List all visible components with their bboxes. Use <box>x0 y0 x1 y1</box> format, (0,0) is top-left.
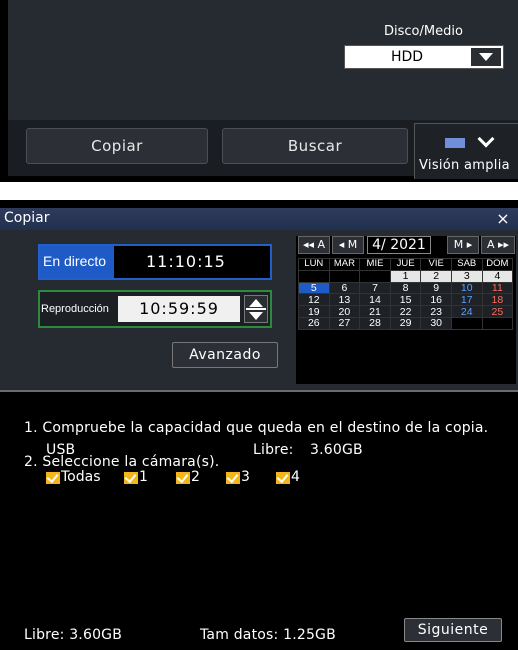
calendar-day[interactable]: 30 <box>420 316 452 330</box>
screen-icon <box>445 138 465 148</box>
wide-view-label: Visión amplia <box>419 158 510 173</box>
close-icon[interactable]: × <box>492 208 514 230</box>
top-panel: Disco/Medio HDD Copiar Buscar Visión amp… <box>0 0 518 182</box>
calendar-grid: LUN MAR MIE JUE VIE SAB DOM 1 2 3 4 5 6 7 8 9 10 11 12 13 14… <box>298 258 514 330</box>
arrow-down-icon[interactable] <box>249 312 263 320</box>
calendar-month-label: 4/ 2021 <box>367 236 431 254</box>
calendar-empty-cell <box>359 269 391 283</box>
calendar-day[interactable]: 18 <box>481 293 514 307</box>
calendar-day[interactable]: 15 <box>389 293 422 307</box>
calendar-day[interactable]: 24 <box>450 305 483 318</box>
camera-checkbox[interactable] <box>226 472 240 484</box>
calendar-day[interactable]: 7 <box>359 281 391 295</box>
destination-free-label: Libre: <box>253 442 294 458</box>
calendar-day[interactable]: 12 <box>298 293 330 307</box>
step2-text: 2. Seleccione la cámara(s). <box>24 454 220 470</box>
playback-time-box: Reproducción 10:59:59 <box>38 290 272 328</box>
dialog-titlebar: Copiar × <box>0 208 518 230</box>
camera-checkbox-label: 2 <box>191 469 200 485</box>
calendar-day[interactable]: 28 <box>359 316 391 330</box>
calendar-day[interactable]: 22 <box>389 305 422 318</box>
calendar-empty-cell <box>298 269 330 283</box>
calendar: ◂◂ A ◂ M 4/ 2021 M ▸ A ▸▸ LUN MAR MIE JUE VI… <box>296 236 516 384</box>
copy-dialog: Copiar × En directo 11:10:15 Reproducció… <box>0 200 518 650</box>
calendar-day[interactable]: 25 <box>481 305 514 318</box>
copy-button[interactable]: Copiar <box>26 128 208 164</box>
step1-text: 1. Compruebe la capacidad que queda en e… <box>24 420 489 436</box>
calendar-day[interactable]: 21 <box>359 305 391 318</box>
calendar-day[interactable]: 26 <box>298 316 330 330</box>
camera-checkbox-label: 4 <box>291 469 300 485</box>
chevron-down-icon <box>477 130 495 148</box>
next-month-button[interactable]: M ▸ <box>447 236 479 254</box>
camera-checkbox-label: 3 <box>241 469 250 485</box>
calendar-day[interactable]: 20 <box>328 305 361 318</box>
calendar-weekday: DOM <box>481 258 514 271</box>
calendar-day[interactable]: 13 <box>328 293 361 307</box>
live-time-box[interactable]: En directo 11:10:15 <box>38 244 272 280</box>
camera-checkbox[interactable] <box>276 472 290 484</box>
calendar-weekday: MIE <box>359 258 391 271</box>
calendar-empty-cell <box>450 316 483 330</box>
calendar-day[interactable]: 23 <box>420 305 452 318</box>
playback-time-input[interactable]: 10:59:59 <box>118 296 240 322</box>
calendar-weekday: VIE <box>420 258 452 271</box>
disk-media-label: Disco/Medio <box>384 24 463 39</box>
live-label: En directo <box>40 246 114 278</box>
search-button[interactable]: Buscar <box>222 128 408 164</box>
prev-year-button[interactable]: ◂◂ A <box>298 236 330 254</box>
destination-free-value: 3.60GB <box>310 442 363 458</box>
live-time: 11:10:15 <box>146 252 226 271</box>
wide-view-button[interactable]: Visión amplia <box>414 123 518 179</box>
calendar-day[interactable]: 2 <box>420 269 452 283</box>
camera-checkbox[interactable] <box>124 472 138 484</box>
section-divider <box>0 390 518 392</box>
next-button[interactable]: Siguiente <box>404 618 502 642</box>
calendar-day[interactable]: 27 <box>328 316 361 330</box>
arrow-up-icon[interactable] <box>249 299 263 307</box>
calendar-empty-cell <box>328 269 361 283</box>
calendar-day[interactable]: 29 <box>389 316 422 330</box>
disk-media-select[interactable]: HDD <box>344 45 504 69</box>
playback-label: Reproducción <box>41 303 109 315</box>
calendar-weekday: MAR <box>328 258 361 271</box>
camera-checkbox-label: 1 <box>139 469 148 485</box>
camera-checkbox[interactable] <box>176 472 190 484</box>
calendar-day[interactable]: 6 <box>328 281 361 295</box>
footer-free-space: Libre: 3.60GB <box>24 627 123 643</box>
chevron-down-icon[interactable] <box>471 48 501 66</box>
stepper-divider <box>246 308 266 310</box>
calendar-day[interactable]: 16 <box>420 293 452 307</box>
calendar-weekday: LUN <box>298 258 330 271</box>
calendar-day[interactable]: 4 <box>481 269 514 283</box>
prev-month-button[interactable]: ◂ M <box>332 236 364 254</box>
calendar-day[interactable]: 1 <box>389 269 422 283</box>
calendar-empty-cell <box>481 316 514 330</box>
calendar-day[interactable]: 5 <box>298 281 330 295</box>
next-year-button[interactable]: A ▸▸ <box>481 236 515 254</box>
calendar-day[interactable]: 14 <box>359 293 391 307</box>
calendar-weekday: JUE <box>389 258 422 271</box>
calendar-weekday: SAB <box>450 258 483 271</box>
dialog-title: Copiar <box>4 210 50 226</box>
disk-media-value: HDD <box>390 49 424 65</box>
calendar-day[interactable]: 19 <box>298 305 330 318</box>
camera-checkbox-label: Todas <box>61 469 101 485</box>
calendar-day[interactable]: 3 <box>450 269 483 283</box>
calendar-day[interactable]: 17 <box>450 293 483 307</box>
calendar-day[interactable]: 10 <box>450 281 483 295</box>
calendar-day[interactable]: 11 <box>481 281 514 295</box>
time-stepper[interactable] <box>244 295 268 323</box>
calendar-day[interactable]: 9 <box>420 281 452 295</box>
footer-data-size: Tam datos: 1.25GB <box>200 627 336 643</box>
camera-checkbox[interactable] <box>46 472 60 484</box>
advanced-button[interactable]: Avanzado <box>172 342 278 368</box>
calendar-day[interactable]: 8 <box>389 281 422 295</box>
